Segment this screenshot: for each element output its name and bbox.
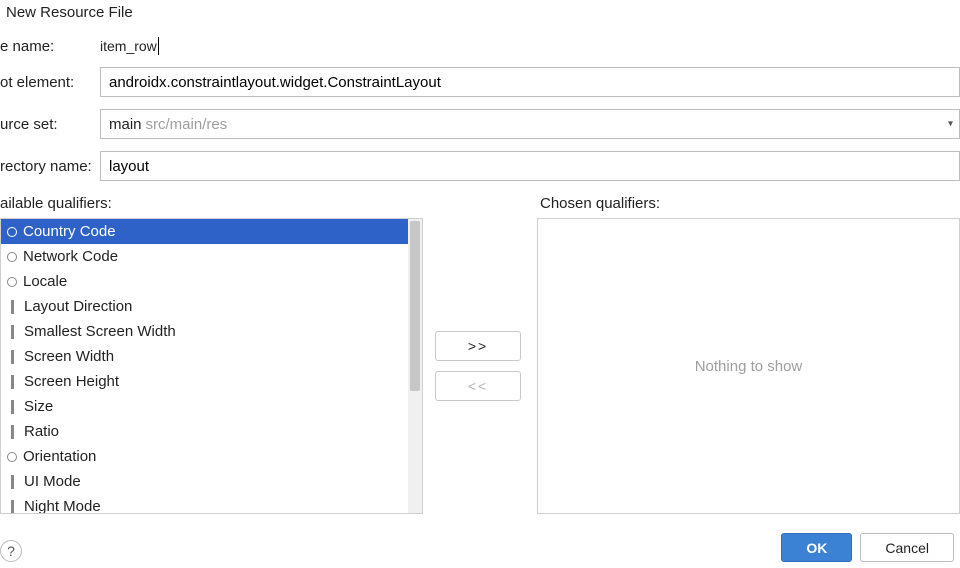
qualifier-item[interactable]: Size: [1, 394, 422, 419]
available-qualifiers-list[interactable]: Country Code Network Code Locale Layout Dir…: [0, 218, 423, 514]
dimension-icon: [11, 475, 14, 489]
dimension-icon: [11, 400, 14, 414]
qualifier-item[interactable]: Screen Width: [1, 344, 422, 369]
qualifier-item[interactable]: Locale: [1, 269, 422, 294]
qualifier-item-label: Ratio: [24, 423, 59, 440]
chosen-empty-text: Nothing to show: [695, 358, 803, 375]
qualifier-item-label: Layout Direction: [24, 298, 132, 315]
source-set-label: urce set:: [0, 116, 100, 133]
source-set-hint: src/main/res: [146, 116, 228, 133]
globe-icon: [7, 452, 17, 462]
qualifier-item-label: Night Mode: [24, 498, 101, 514]
qualifier-item[interactable]: Screen Height: [1, 369, 422, 394]
chosen-qualifiers-list[interactable]: Nothing to show: [537, 218, 960, 514]
dimension-icon: [11, 350, 14, 364]
directory-name-input[interactable]: [100, 151, 960, 181]
text-cursor: [158, 37, 159, 55]
directory-name-label: rectory name:: [0, 158, 100, 175]
source-set-dropdown[interactable]: main src/main/res ▾: [100, 109, 960, 139]
ok-button[interactable]: OK: [781, 533, 852, 562]
qualifier-item[interactable]: Orientation: [1, 444, 422, 469]
available-qualifiers-label: ailable qualifiers:: [0, 195, 423, 212]
add-qualifier-button[interactable]: >>: [435, 331, 521, 361]
qualifier-item[interactable]: Layout Direction: [1, 294, 422, 319]
qualifier-item-label: Orientation: [23, 448, 96, 465]
globe-icon: [7, 277, 17, 287]
qualifier-item-label: Screen Width: [24, 348, 114, 365]
dimension-icon: [11, 325, 14, 339]
dialog-title: New Resource File: [0, 0, 960, 31]
cancel-button[interactable]: Cancel: [860, 533, 954, 562]
qualifier-item-label: Smallest Screen Width: [24, 323, 176, 340]
qualifier-item[interactable]: Network Code: [1, 244, 422, 269]
file-name-input[interactable]: item_row: [100, 37, 960, 55]
chevron-down-icon: ▾: [948, 119, 953, 130]
qualifier-item[interactable]: Ratio: [1, 419, 422, 444]
qualifier-item[interactable]: Night Mode: [1, 494, 422, 514]
qualifier-item-label: Screen Height: [24, 373, 119, 390]
qualifier-item[interactable]: Country Code: [1, 219, 422, 244]
qualifier-item-label: Country Code: [23, 223, 116, 240]
qualifier-item[interactable]: UI Mode: [1, 469, 422, 494]
qualifier-item-label: UI Mode: [24, 473, 81, 490]
chosen-qualifiers-label: Chosen qualifiers:: [540, 195, 660, 212]
root-element-label: ot element:: [0, 74, 100, 91]
globe-icon: [7, 252, 17, 262]
qualifier-item[interactable]: Smallest Screen Width: [1, 319, 422, 344]
source-set-value: main: [109, 116, 142, 133]
dimension-icon: [11, 500, 14, 514]
file-name-value: item_row: [100, 38, 157, 54]
dimension-icon: [11, 425, 14, 439]
file-name-label: e name:: [0, 38, 100, 55]
dimension-icon: [11, 375, 14, 389]
qualifier-item-label: Network Code: [23, 248, 118, 265]
globe-icon: [7, 227, 17, 237]
root-element-input[interactable]: [100, 67, 960, 97]
scrollbar[interactable]: [408, 219, 422, 513]
qualifier-item-label: Locale: [23, 273, 67, 290]
help-button[interactable]: ?: [0, 540, 22, 562]
qualifier-item-label: Size: [24, 398, 53, 415]
remove-qualifier-button[interactable]: <<: [435, 371, 521, 401]
scrollbar-thumb[interactable]: [410, 221, 420, 391]
dimension-icon: [11, 300, 14, 314]
